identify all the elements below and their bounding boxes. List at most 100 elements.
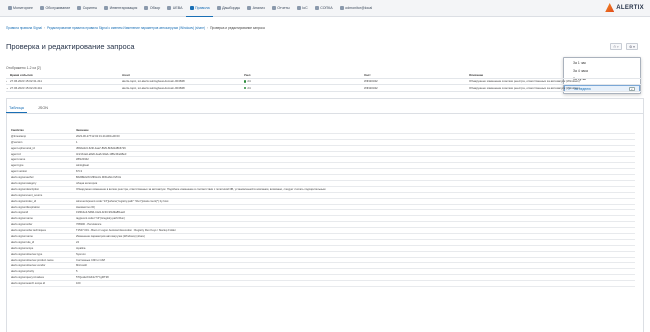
nav-item-label: Скрипты [82,6,98,10]
nav-item-10[interactable]: IoC [293,0,311,17]
nav-item-12[interactable]: odmonitor@local [336,0,376,17]
user-icon [167,6,172,10]
chart-icon [216,6,221,10]
top-navigation: Мониторинг Обслуживание Скрипты Инвентариза… [0,0,650,17]
property-value: T1547.001 - Boot or Logon Autostart Exec… [76,229,176,233]
property-key: alerts.signal.search.scope.id [11,282,45,286]
nav-item-8[interactable]: Анализ [244,0,269,17]
property-value: Изменение параметров автозагрузки (Windo… [76,234,145,238]
tab-json[interactable]: JSON [35,106,51,113]
property-key: alerts.signal.observer.vendor [11,264,46,268]
properties-table: Свойство Значение @timestamp 2023-06-27T1… [11,128,635,288]
property-value: topalina [76,246,86,250]
property-value: Microsoft [76,264,87,268]
property-value: Sysmon [76,252,86,256]
property-key: alerts.signal.category [11,181,37,185]
nav-item-1[interactable]: Обслуживание [36,0,73,17]
time-range-button[interactable]: ⏱ ▾ [610,43,622,50]
property-value: 19f3b4e3-5d8d-41e9-9c33-9f1d9a8f1ae0 [76,211,126,215]
nav-item-5[interactable]: UEBA [164,0,186,17]
nav-item-2[interactable]: Скрипты [74,0,101,17]
nav-item-label: Мониторинг [13,6,33,10]
property-value: 5TQeHutXGK2vT7Ygl6T38 [76,276,109,280]
settings-button[interactable]: ⚙ ▾ [626,43,638,50]
nav-item-6[interactable]: Правила [186,0,214,17]
property-key: agent.name [11,158,26,162]
nav-item-label: Дашборды [222,6,241,10]
nav-item-label: Инвентаризация [109,6,138,10]
property-key: alerts.signal.priority [11,270,35,274]
property-value: Системные СЗИ и СЗИ [76,258,105,262]
property-key: alerts.signal.scope [11,246,34,250]
nav-item-9[interactable]: Отчеты [268,0,293,17]
property-key: alerts.signal.ttlexpiration [11,205,40,209]
nav-item-4[interactable]: Обзор [141,0,164,17]
breadcrumb-edit-rule[interactable]: Редактирование правила правила Signal с … [47,26,205,30]
property-key: alerts.signal.order [11,223,33,227]
breadcrumb: Правила правила Signal › Редактирование … [6,26,265,30]
col-agent[interactable]: Агент [122,73,244,77]
results-table: Время события Агент Узел Хост Описание ›… [6,72,642,92]
property-value: WIN20342 [76,158,89,162]
property-value: 5 [76,270,78,274]
nav-item-label: Анализ [252,6,265,10]
monitor-icon [7,6,12,10]
grid-icon [144,6,149,10]
table-row[interactable]: ⌄ 27.06.2023 15:02:29.441 alerts-topic, … [6,85,642,92]
property-key: agent.version [11,170,28,174]
nav-item-label: odmonitor@local [345,6,373,10]
property-key: alerts.signal.name [11,234,33,238]
property-key: alerts.signal.index_id [11,199,37,203]
property-key: @version [11,140,23,144]
account-icon [339,6,344,10]
property-value: d5b6a3c3-62f2-4aa7-8f29-8b6d1d8b6726 [76,146,126,150]
nav-item-11[interactable]: СОПКА [311,0,336,17]
detail-tabs: Таблица JSON [6,106,51,113]
property-value: общая категория [76,181,98,185]
nav-item-label: СОПКА [320,6,333,10]
property-rows: @timestamp 2023-06-27T12:02:31.211000+00:… [11,134,635,288]
nav-item-label: IoC [302,6,308,10]
toolbar: ⏱ ▾ ⚙ ▾ [610,43,638,50]
report-icon [271,6,276,10]
nav-item-0[interactable]: Мониторинг [4,0,36,17]
nav-item-label: Обзор [149,6,161,10]
property-value: 8.5.3 [76,170,82,174]
property-value: BAKBEGIN MIKHAIL MIKHAILOVICH [76,176,122,180]
property-key: alerts.signal.name [11,217,33,221]
property-value: 100 [76,282,81,286]
col-node[interactable]: Узел [244,73,364,77]
list-icon [104,6,109,10]
nav-items: Мониторинг Обслуживание Скрипты Инвентариза… [4,0,376,17]
property-key: agent.ephemeral_id [11,146,35,150]
nav-item-7[interactable]: Дашборды [213,0,243,17]
property-value: 2023-06-27T12:02:31.211000+00:00 [76,134,120,138]
nav-item-label: Отчеты [277,6,290,10]
rules-icon [189,5,194,10]
property-value: tag(event.code="13")&registry.path=Run) [76,217,125,221]
col-time[interactable]: Время события [10,73,122,77]
alertix-logo[interactable]: ALERTIX [605,3,644,12]
nav-item-3[interactable]: Инвентаризация [101,0,141,17]
property-value: 3c21b1a3-a8e8-4ea6-90ab-1f8bc0ba98e3 [76,152,127,156]
property-value: Неизвестно ID) [76,205,95,209]
property-key: alerts.signal.rule_id [11,240,35,244]
col-desc[interactable]: Описание [469,73,642,77]
property-key: alerts.signal.id [11,211,29,215]
property-key: alerts.signal.author [11,176,34,180]
property-key: @timestamp [11,134,27,138]
property-value: 1 [76,140,78,144]
tab-table[interactable]: Таблица [6,106,27,113]
property-row: alerts.signal.search.scope.id 100 [11,281,635,288]
property-value: 24 [76,240,79,244]
nav-item-label: Обслуживание [45,6,71,10]
breadcrumb-rules[interactable]: Правила правила Signal [6,26,42,30]
time-menu-item-1h[interactable]: За 1 час [564,60,640,67]
col-host[interactable]: Хост [364,73,469,77]
page-title: Проверка и редактирование запроса [6,42,135,51]
property-key: alerts.signal.event_source [11,193,43,197]
code-icon [77,6,82,10]
property-key: agent.type [11,164,24,168]
property-value: 768300 - Persistence [76,223,102,227]
property-key: alerts.signal.order.techniques [11,229,46,233]
